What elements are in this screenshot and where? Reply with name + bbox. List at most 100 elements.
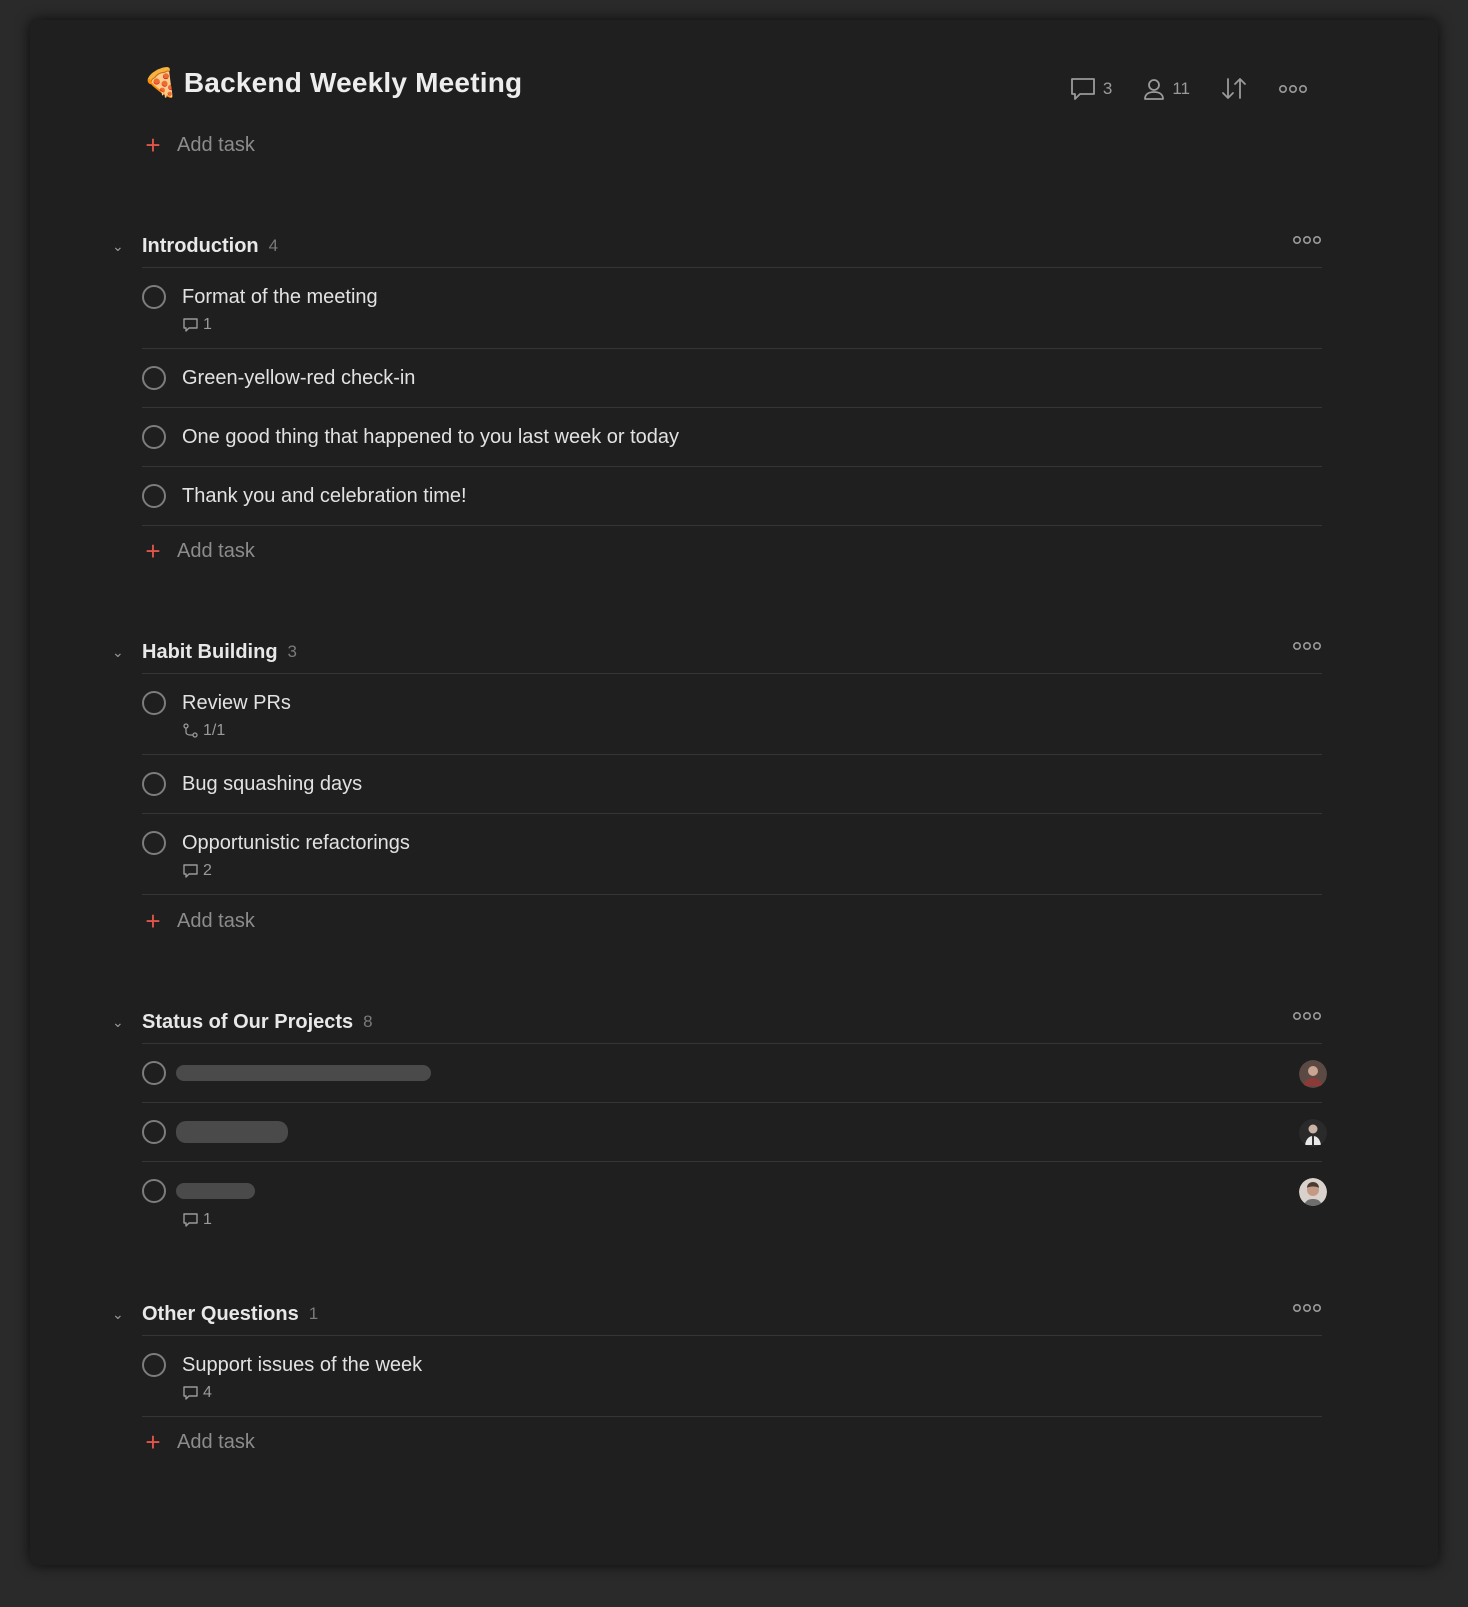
- add-task-label: Add task: [177, 133, 255, 156]
- task-comments[interactable]: 4: [182, 1384, 1322, 1402]
- comment-icon: [183, 1213, 198, 1227]
- task-row[interactable]: Format of the meeting 1: [142, 268, 1322, 349]
- redacted-task-title[interactable]: [176, 1121, 288, 1143]
- complete-checkbox[interactable]: [142, 1353, 166, 1377]
- chevron-down-icon[interactable]: ⌄: [112, 1014, 136, 1031]
- add-task-button[interactable]: + Add task: [143, 1427, 255, 1457]
- section-header: ⌄ Other Questions 1: [112, 1292, 1322, 1336]
- plus-icon: +: [145, 536, 161, 566]
- section-title[interactable]: Introduction: [142, 235, 259, 258]
- task-subtasks[interactable]: 1/1: [182, 722, 1322, 740]
- task-title[interactable]: Format of the meeting: [182, 284, 1322, 310]
- page-title[interactable]: Backend Weekly Meeting: [184, 67, 522, 99]
- task-title[interactable]: Thank you and celebration time!: [182, 483, 1322, 509]
- section-more-button[interactable]: [1292, 1300, 1322, 1318]
- task-row[interactable]: Thank you and celebration time!: [142, 467, 1322, 526]
- chevron-down-icon[interactable]: ⌄: [112, 238, 136, 255]
- sort-arrows-icon: [1222, 78, 1246, 99]
- section-introduction: ⌄ Introduction 4 Format of the meeting 1: [112, 224, 1322, 526]
- task-row[interactable]: One good thing that happened to you last…: [142, 408, 1322, 467]
- complete-checkbox[interactable]: [142, 1061, 166, 1085]
- complete-checkbox[interactable]: [142, 425, 166, 449]
- section-title[interactable]: Other Questions: [142, 1303, 299, 1326]
- more-options-button[interactable]: [1278, 84, 1308, 94]
- task-row[interactable]: Bug squashing days: [142, 755, 1322, 814]
- add-task-label: Add task: [177, 1430, 255, 1453]
- comment-icon: [1070, 78, 1095, 100]
- chevron-down-icon[interactable]: ⌄: [112, 1306, 136, 1323]
- complete-checkbox[interactable]: [142, 1179, 166, 1203]
- task-title[interactable]: Opportunistic refactorings: [182, 830, 1322, 856]
- ellipsis-icon: [1292, 1303, 1321, 1313]
- add-task-button[interactable]: + Add task: [143, 130, 255, 160]
- task-comments[interactable]: 2: [182, 862, 1322, 880]
- complete-checkbox[interactable]: [142, 831, 166, 855]
- complete-checkbox[interactable]: [142, 1120, 166, 1144]
- task-row[interactable]: [142, 1044, 1327, 1103]
- complete-checkbox[interactable]: [142, 691, 166, 715]
- plus-icon: +: [145, 1427, 161, 1457]
- comment-icon: [183, 1386, 198, 1400]
- task-row[interactable]: 1: [142, 1162, 1327, 1243]
- complete-checkbox[interactable]: [142, 285, 166, 309]
- comment-icon: [183, 864, 198, 878]
- section-header: ⌄ Introduction 4: [112, 224, 1322, 268]
- task-title[interactable]: Support issues of the week: [182, 1352, 1322, 1378]
- subtask-icon: [183, 723, 198, 738]
- members-count: 11: [1172, 79, 1190, 98]
- assignee-avatar[interactable]: [1299, 1060, 1327, 1088]
- section-habit-building: ⌄ Habit Building 3 Review PRs 1/1 Bug sq…: [112, 630, 1322, 895]
- task-row[interactable]: Support issues of the week 4: [142, 1336, 1322, 1417]
- section-count: 4: [268, 236, 279, 255]
- redacted-task-title[interactable]: [176, 1065, 431, 1081]
- task-title[interactable]: Bug squashing days: [182, 771, 1322, 797]
- section-other-questions: ⌄ Other Questions 1 Support issues of th…: [112, 1292, 1322, 1417]
- redacted-task-title[interactable]: [176, 1183, 255, 1199]
- comment-count: 1: [203, 316, 212, 333]
- person-icon: [1144, 79, 1165, 100]
- section-more-button[interactable]: [1292, 638, 1322, 656]
- pizza-emoji-icon: 🍕: [143, 67, 178, 98]
- task-row[interactable]: Green-yellow-red check-in: [142, 349, 1322, 408]
- add-task-label: Add task: [177, 909, 255, 932]
- add-task-button[interactable]: + Add task: [143, 908, 255, 934]
- assignee-avatar[interactable]: [1299, 1119, 1327, 1147]
- section-status-of-projects: ⌄ Status of Our Projects 8 1: [112, 1000, 1327, 1243]
- task-row[interactable]: Review PRs 1/1: [142, 674, 1322, 755]
- add-task-label: Add task: [177, 539, 255, 562]
- task-comments[interactable]: 1: [182, 316, 1322, 334]
- complete-checkbox[interactable]: [142, 772, 166, 796]
- section-count: 1: [308, 1304, 319, 1323]
- comments-button[interactable]: 3: [1069, 76, 1112, 102]
- task-title[interactable]: Green-yellow-red check-in: [182, 365, 1322, 391]
- complete-checkbox[interactable]: [142, 366, 166, 390]
- section-more-button[interactable]: [1292, 232, 1322, 250]
- chevron-down-icon[interactable]: ⌄: [112, 644, 136, 661]
- plus-icon: +: [145, 130, 161, 160]
- section-header: ⌄ Habit Building 3: [112, 630, 1322, 674]
- task-row[interactable]: Opportunistic refactorings 2: [142, 814, 1322, 895]
- section-title[interactable]: Status of Our Projects: [142, 1011, 353, 1034]
- task-row[interactable]: [142, 1103, 1327, 1162]
- add-task-button[interactable]: + Add task: [143, 536, 255, 566]
- project-header: 🍕 Backend Weekly Meeting 3 11 + Add task: [30, 20, 1438, 158]
- comment-count: 1: [203, 1211, 212, 1228]
- complete-checkbox[interactable]: [142, 484, 166, 508]
- section-header: ⌄ Status of Our Projects 8: [112, 1000, 1322, 1044]
- task-title[interactable]: Review PRs: [182, 690, 1322, 716]
- comment-count: 2: [203, 862, 212, 879]
- ellipsis-icon: [1278, 84, 1307, 94]
- section-count: 8: [363, 1012, 373, 1031]
- project-title-row: 🍕 Backend Weekly Meeting: [143, 66, 522, 99]
- sort-button[interactable]: [1220, 76, 1248, 102]
- ellipsis-icon: [1292, 641, 1321, 651]
- subtask-progress: 1/1: [203, 722, 226, 739]
- ellipsis-icon: [1292, 235, 1321, 245]
- section-more-button[interactable]: [1292, 1008, 1322, 1026]
- task-comments[interactable]: 1: [182, 1211, 1322, 1229]
- section-count: 3: [287, 642, 298, 661]
- section-title[interactable]: Habit Building: [142, 641, 278, 664]
- assignee-avatar[interactable]: [1299, 1178, 1327, 1206]
- share-members-button[interactable]: 11: [1142, 77, 1190, 101]
- task-title[interactable]: One good thing that happened to you last…: [182, 424, 1322, 450]
